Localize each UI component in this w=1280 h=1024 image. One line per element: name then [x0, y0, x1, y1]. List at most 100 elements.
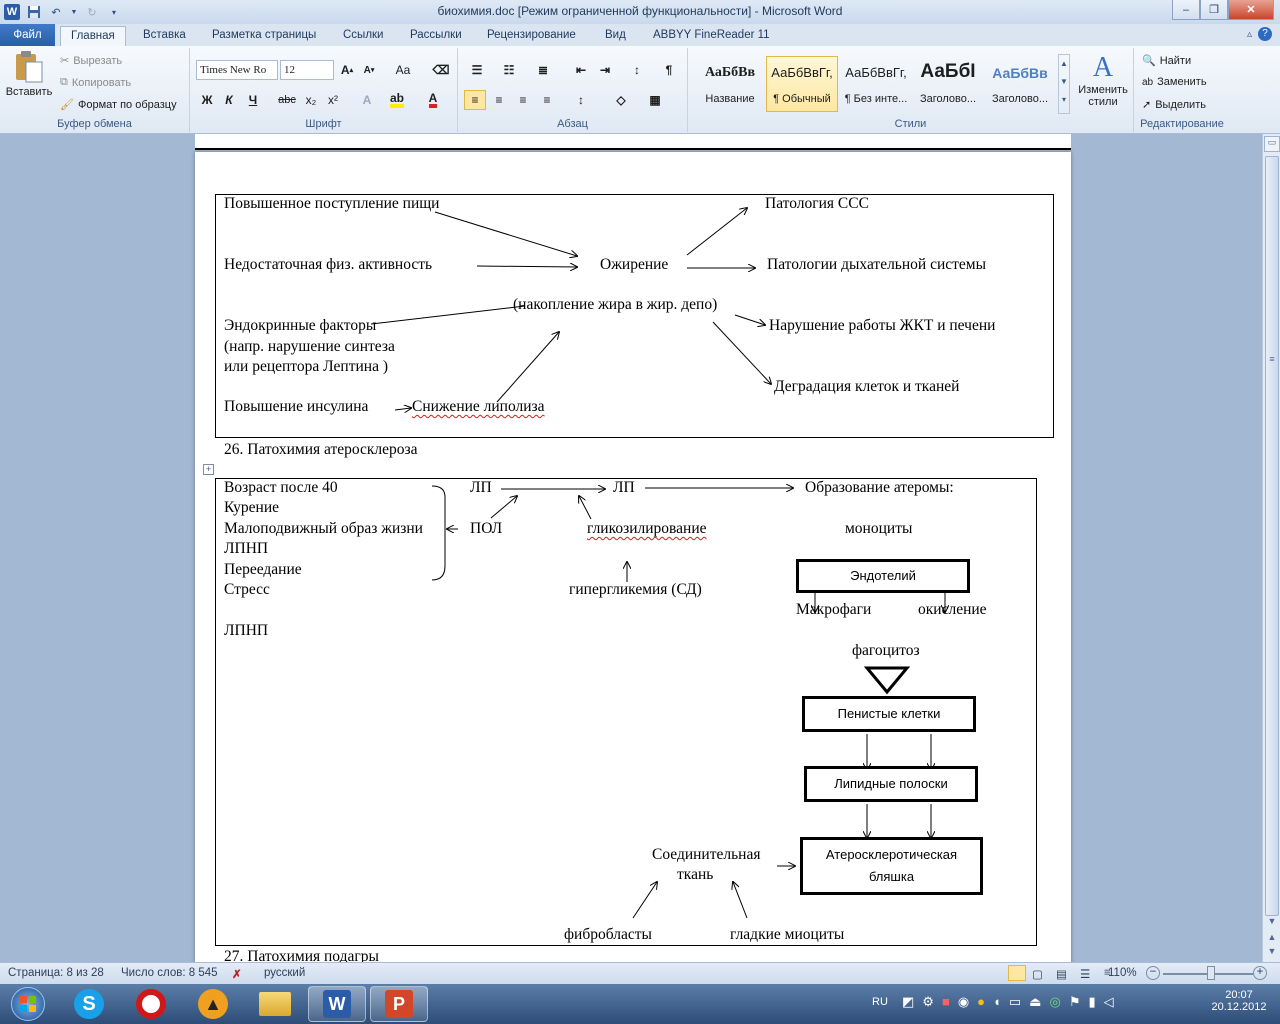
increase-indent-icon[interactable]: ⇥ [594, 60, 616, 80]
text-effects-icon[interactable]: A [356, 90, 378, 110]
superscript-icon[interactable]: x² [322, 90, 344, 110]
align-right-icon[interactable]: ≡ [512, 90, 534, 110]
justify-icon[interactable]: ≡ [536, 90, 558, 110]
font-name-combo[interactable]: Times New Ro [196, 60, 278, 80]
taskbar-explorer[interactable] [246, 986, 304, 1022]
restore-button[interactable]: ❐ [1200, 0, 1228, 20]
clear-formatting-icon[interactable]: ⌫ [430, 60, 452, 80]
status-words[interactable]: Число слов: 8 545 [121, 967, 218, 979]
tray-clock[interactable]: 20:07 20.12.2012 [1208, 989, 1270, 1013]
shrink-font-icon[interactable]: A ▾ [358, 60, 380, 80]
tab-mailings[interactable]: Рассылки [400, 26, 472, 46]
tab-references[interactable]: Ссылки [333, 26, 394, 46]
print-layout-icon[interactable] [1008, 965, 1026, 981]
tab-view[interactable]: Вид [595, 26, 636, 46]
zoom-in-icon[interactable]: + [1253, 966, 1267, 980]
style-heading-2-name: Заголово... [991, 93, 1049, 105]
taskbar-opera[interactable] [122, 986, 180, 1022]
tab-insert[interactable]: Вставка [133, 26, 196, 46]
paste-button[interactable]: Вставить [6, 50, 52, 98]
tray-skype-icon[interactable]: ◉ [958, 994, 969, 1010]
style-title[interactable]: АаБбВв Название [694, 56, 766, 112]
replace-button[interactable]: ab Заменить [1142, 76, 1207, 88]
change-styles-button[interactable]: A Изменить стили [1074, 52, 1132, 108]
style-no-spacing[interactable]: АаБбВвГг, ¶ Без инте... [840, 56, 912, 112]
sort-icon[interactable]: ↕ [626, 60, 648, 80]
help-icon[interactable]: ? [1258, 27, 1272, 41]
copy-button[interactable]: ⧉ Копировать [60, 76, 131, 89]
ruler-toggle-icon[interactable]: ▭ [1264, 136, 1280, 152]
taskbar-word[interactable]: W [308, 986, 366, 1022]
tray-torrent-icon[interactable]: ◎ [1049, 994, 1060, 1010]
styles-scroll-icon[interactable]: ▲ ▼ ▾ [1058, 54, 1070, 114]
style-heading-1[interactable]: АаБбІ Заголово... [912, 56, 984, 112]
close-button[interactable]: ✕ [1228, 0, 1274, 20]
zoom-out-icon[interactable]: − [1146, 966, 1160, 980]
status-zoom[interactable]: 110% [1108, 967, 1137, 979]
tray-flag-icon[interactable]: ⚑ [1069, 994, 1081, 1010]
status-page[interactable]: Страница: 8 из 28 [8, 967, 104, 979]
tray-battery-icon[interactable]: ▭ [1009, 994, 1021, 1010]
taskbar-powerpoint[interactable]: P [370, 986, 428, 1022]
tray-language[interactable]: RU [872, 996, 888, 1008]
find-button[interactable]: 🔍 Найти [1142, 54, 1191, 68]
tab-abbyy[interactable]: ABBYY FineReader 11 [643, 26, 780, 46]
change-case-icon[interactable]: Aa [392, 60, 414, 80]
bold-icon[interactable]: Ж [196, 90, 218, 110]
tray-volume-icon[interactable]: ◁ [1104, 994, 1114, 1010]
strikethrough-icon[interactable]: abc [276, 90, 298, 110]
hyperglycemia: гипергликемия (СД) [569, 581, 702, 598]
status-language[interactable]: русский [264, 967, 305, 979]
grow-font-icon[interactable]: A ▴ [336, 60, 358, 80]
tray-usb-icon[interactable]: ⏏ [1029, 994, 1041, 1010]
tray-aimp-icon[interactable]: ● [977, 994, 985, 1010]
scrollbar-thumb[interactable] [1265, 156, 1279, 916]
tray-antivirus-icon[interactable]: ■ [942, 994, 950, 1010]
tray-speaker-icon[interactable]: ◖ [993, 994, 1001, 1010]
style-heading-2[interactable]: АаБбВв Заголово... [984, 56, 1056, 112]
style-normal[interactable]: АаБбВвГг, ¶ Обычный [766, 56, 838, 112]
select-button[interactable]: ➚ Выделить [1142, 98, 1206, 112]
tab-review[interactable]: Рецензирование [477, 26, 586, 46]
table-move-handle-icon[interactable]: + [203, 464, 214, 475]
taskbar-aimp[interactable]: ▲ [184, 986, 242, 1022]
borders-icon[interactable]: ▦ [644, 90, 666, 110]
shading-icon[interactable]: ◇ [610, 90, 632, 110]
tab-page-layout[interactable]: Разметка страницы [202, 26, 326, 46]
tab-file[interactable]: Файл [0, 24, 55, 46]
minimize-ribbon-icon[interactable]: ▵ [1247, 29, 1252, 40]
italic-icon[interactable]: К [218, 90, 240, 110]
line-spacing-icon[interactable]: ↕ [570, 90, 592, 110]
numbering-icon[interactable]: ☷ [498, 60, 520, 80]
font-size-combo[interactable]: 12 [280, 60, 334, 80]
show-marks-icon[interactable]: ¶ [658, 60, 680, 80]
tab-home[interactable]: Главная [60, 26, 126, 46]
cut-button[interactable]: ✂ Вырезать [60, 54, 122, 68]
highlight-icon[interactable]: ab [386, 90, 408, 110]
vertical-scrollbar[interactable]: ▭ ≡ ▼ ▲ ▼ [1262, 134, 1280, 962]
scroll-down-icon[interactable]: ▼ [1264, 916, 1280, 932]
tray-network-icon[interactable]: ▮ [1088, 994, 1095, 1010]
minimize-button[interactable]: ‒ [1172, 0, 1200, 20]
font-color-icon[interactable]: A [422, 90, 444, 110]
document-page[interactable]: Повышенное поступление пищи Недостаточна… [195, 152, 1071, 962]
web-layout-icon[interactable]: ▤ [1056, 967, 1067, 981]
bullets-icon[interactable]: ☰ [466, 60, 488, 80]
start-button[interactable] [6, 986, 50, 1022]
taskbar-skype[interactable]: S [60, 986, 118, 1022]
tray-network-graph-icon[interactable]: ◩ [902, 994, 914, 1010]
zoom-slider-thumb[interactable] [1207, 966, 1215, 980]
format-painter-button[interactable]: 🖌 Формат по образцу [60, 98, 177, 112]
multilevel-list-icon[interactable]: ≣ [532, 60, 554, 80]
decrease-indent-icon[interactable]: ⇤ [570, 60, 592, 80]
proofing-icon[interactable]: ✗ [232, 967, 242, 981]
arrow-food-to-obesity [434, 211, 577, 256]
subscript-icon[interactable]: x₂ [300, 90, 322, 110]
tray-steam-icon[interactable]: ⚙ [922, 994, 934, 1010]
full-screen-icon[interactable]: ▢ [1032, 967, 1043, 981]
outline-icon[interactable]: ☰ [1080, 967, 1090, 981]
align-left-icon[interactable]: ≡ [464, 90, 486, 110]
next-page-icon[interactable]: ▼ [1264, 946, 1280, 962]
align-center-icon[interactable]: ≡ [488, 90, 510, 110]
underline-icon[interactable]: Ч [242, 90, 264, 110]
